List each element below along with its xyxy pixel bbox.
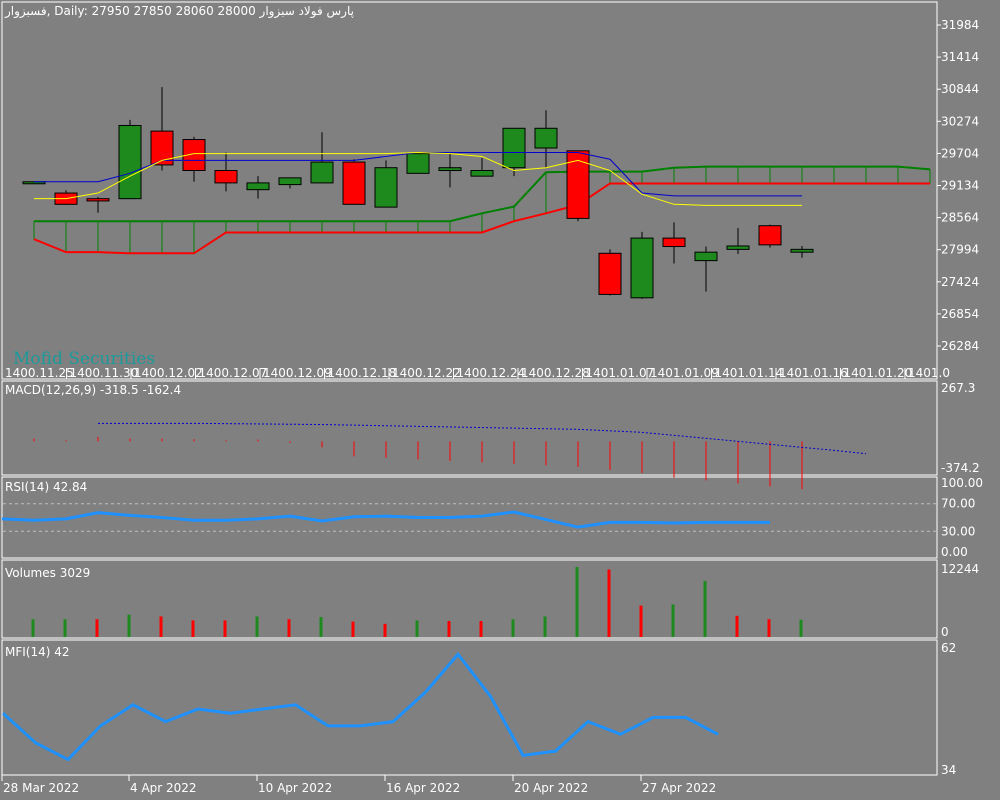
top-date-label: 1401.01.07 (586, 366, 655, 380)
date-tick-label: 10 Apr 2022 (258, 781, 332, 795)
price-tick-label: 26284 (941, 339, 979, 353)
candle-body (86, 198, 110, 202)
top-date-label: 1400.12.09 (263, 366, 332, 380)
candle-body (150, 130, 174, 166)
date-tick-label: 4 Apr 2022 (130, 781, 197, 795)
top-date-label: 1400.12.07 (199, 366, 268, 380)
watermark: Mofid Securities (13, 349, 155, 369)
volume-tick-label: 0 (941, 625, 949, 639)
top-date-label: 1400.12.28 (521, 366, 590, 380)
mfi-label: MFI(14) 42 (5, 645, 70, 659)
mfi-tick-label: 62 (941, 641, 956, 655)
candle-body (630, 237, 654, 299)
rsi-tick-label: 30.00 (941, 524, 975, 538)
candle-body (214, 170, 238, 184)
candle-body (694, 251, 718, 262)
candle-body (278, 177, 302, 186)
price-tick-label: 27994 (941, 243, 979, 257)
candle-body (758, 225, 782, 246)
top-date-label: 1401.01.16 (779, 366, 848, 380)
candle-body (566, 150, 590, 219)
candle-body (246, 182, 270, 191)
candle-body (406, 153, 430, 174)
candle-body (662, 237, 686, 248)
candle-body (470, 170, 494, 177)
top-date-label: 1401.0 (908, 366, 950, 380)
macd-tick-label: 267.3 (941, 381, 975, 395)
candle-body (438, 167, 462, 172)
candle-body (310, 161, 334, 184)
mfi-tick-label: 34 (941, 763, 956, 777)
price-tick-label: 27424 (941, 275, 979, 289)
candle-body (342, 161, 366, 205)
background (0, 0, 1000, 800)
candle-body (118, 124, 142, 200)
candle-body (726, 245, 750, 250)
price-tick-label: 29134 (941, 179, 979, 193)
top-date-label: 1401.01.09 (650, 366, 719, 380)
volume-label: Volumes 3029 (5, 566, 90, 580)
rsi-tick-label: 0.00 (941, 545, 968, 559)
macd-tick-label: -374.2 (941, 461, 980, 475)
candle-body (598, 252, 622, 295)
top-date-label: 1401.01.14 (715, 366, 784, 380)
macd-label: MACD(12,26,9) -318.5 -162.4 (5, 383, 181, 397)
date-tick-label: 28 Mar 2022 (3, 781, 79, 795)
top-date-label: 1400.12.22 (392, 366, 461, 380)
date-tick-label: 27 Apr 2022 (642, 781, 716, 795)
rsi-tick-label: 70.00 (941, 497, 975, 511)
price-tick-label: 28564 (941, 211, 979, 225)
volume-tick-label: 12244 (941, 562, 979, 576)
rsi-label: RSI(14) 42.84 (5, 480, 87, 494)
top-date-label: 1400.12.24 (457, 366, 526, 380)
candle-body (502, 127, 526, 169)
candle-body (374, 167, 398, 208)
chart-canvas[interactable]: 31984 31414 30844 30274 29704 29134 28564 27994… (0, 0, 1000, 800)
candle-body (790, 248, 814, 253)
price-tick-label: 29704 (941, 146, 979, 160)
price-tick-label: 26854 (941, 307, 979, 321)
top-date-label: 1401.01.20 (844, 366, 913, 380)
top-date-label: 1400.12.18 (328, 366, 397, 380)
price-tick-label: 31984 (941, 18, 979, 32)
date-tick-label: 20 Apr 2022 (514, 781, 588, 795)
chart-title: فسبزوار, Daily: 27950 27850 28060 28000 … (4, 4, 354, 19)
rsi-tick-label: 100.00 (941, 476, 983, 490)
candle-body (534, 127, 558, 149)
price-tick-label: 30844 (941, 82, 979, 96)
price-tick-label: 30274 (941, 114, 979, 128)
price-tick-label: 31414 (941, 50, 979, 64)
date-tick-label: 16 Apr 2022 (386, 781, 460, 795)
